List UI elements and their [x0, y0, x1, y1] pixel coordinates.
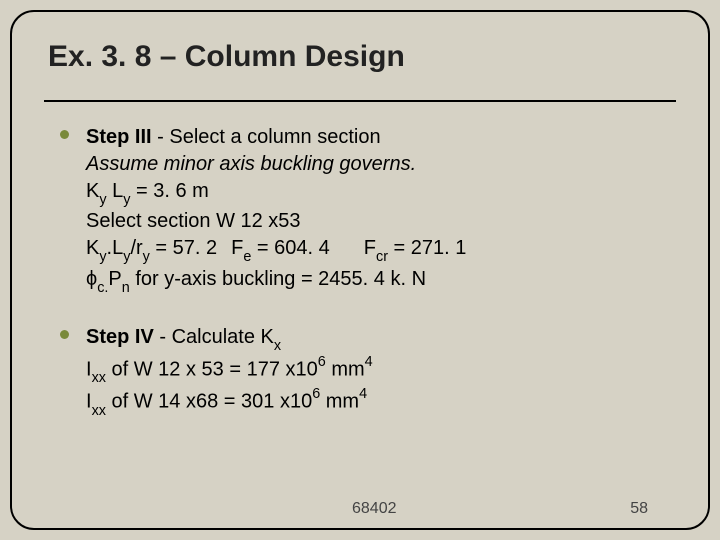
t: I [86, 391, 92, 413]
t: y [99, 192, 106, 208]
t: of W 12 x 53 = 177 x10 [106, 358, 318, 380]
t: c. [97, 280, 108, 296]
step3-ratio-line: Ky.Ly/ry = 57. 2Fe = 604. 4Fcr = 271. 1 [86, 235, 672, 265]
t: I [86, 358, 92, 380]
page-number: 58 [630, 500, 648, 518]
t: xx [92, 370, 106, 386]
t: ϕ [86, 268, 97, 290]
t: y [143, 249, 150, 265]
t: K [86, 180, 99, 202]
t: F [231, 237, 243, 259]
t: e [243, 249, 251, 265]
t: cr [376, 249, 388, 265]
step4-bold: Step IV [86, 326, 154, 348]
bullet-dot-icon [60, 130, 69, 139]
step3-phi-line: ϕc.Pn for y-axis buckling = 2455. 4 k. N [86, 266, 672, 296]
slide-footer: 68402 58 [12, 500, 708, 518]
slide-frame: Ex. 3. 8 – Column Design Step III - Sele… [10, 10, 710, 530]
step3-select: Select section W 12 x53 [86, 208, 672, 235]
step3-assume: Assume minor axis buckling governs. [86, 151, 672, 178]
t: mm [326, 358, 365, 380]
t: 4 [365, 354, 373, 370]
t: .L [107, 237, 124, 259]
t: for y-axis buckling = 2455. 4 k. N [130, 268, 426, 290]
t: y [99, 249, 106, 265]
t: = 604. 4 [251, 237, 329, 259]
t: xx [92, 403, 106, 419]
step3-rest: - Select a column section [152, 126, 381, 148]
t: - Calculate K [154, 326, 274, 348]
bullet-dot-icon [60, 330, 69, 339]
bullet-step-3: Step III - Select a column section Assum… [70, 124, 672, 296]
t: = 3. 6 m [130, 180, 208, 202]
t: y [123, 249, 130, 265]
step4-ixx1: Ixx of W 12 x 53 = 177 x106 mm4 [86, 355, 672, 387]
step3-bold: Step III [86, 126, 152, 148]
step4-ixx2: Ixx of W 14 x68 = 301 x106 mm4 [86, 387, 672, 419]
step4-heading: Step IV - Calculate Kx [86, 324, 672, 354]
t: 6 [318, 354, 326, 370]
t: F [364, 237, 376, 259]
t: x [274, 338, 281, 354]
course-code: 68402 [352, 500, 397, 518]
t: n [122, 280, 130, 296]
t: 4 [359, 386, 367, 402]
t: 6 [312, 386, 320, 402]
t: P [108, 268, 121, 290]
t: L [107, 180, 124, 202]
t: = 271. 1 [388, 237, 466, 259]
t: = 57. 2 [150, 237, 217, 259]
bullet-step-4: Step IV - Calculate Kx Ixx of W 12 x 53 … [70, 324, 672, 419]
step3-heading: Step III - Select a column section [86, 124, 672, 151]
t: K [86, 237, 99, 259]
title-underline [44, 100, 676, 102]
t: /r [130, 237, 142, 259]
bullet-list: Step III - Select a column section Assum… [48, 124, 672, 419]
slide-title: Ex. 3. 8 – Column Design [48, 40, 672, 82]
step3-kyly: Ky Ly = 3. 6 m [86, 178, 672, 208]
t: y [123, 192, 130, 208]
t: of W 14 x68 = 301 x10 [106, 391, 312, 413]
t: mm [320, 391, 359, 413]
